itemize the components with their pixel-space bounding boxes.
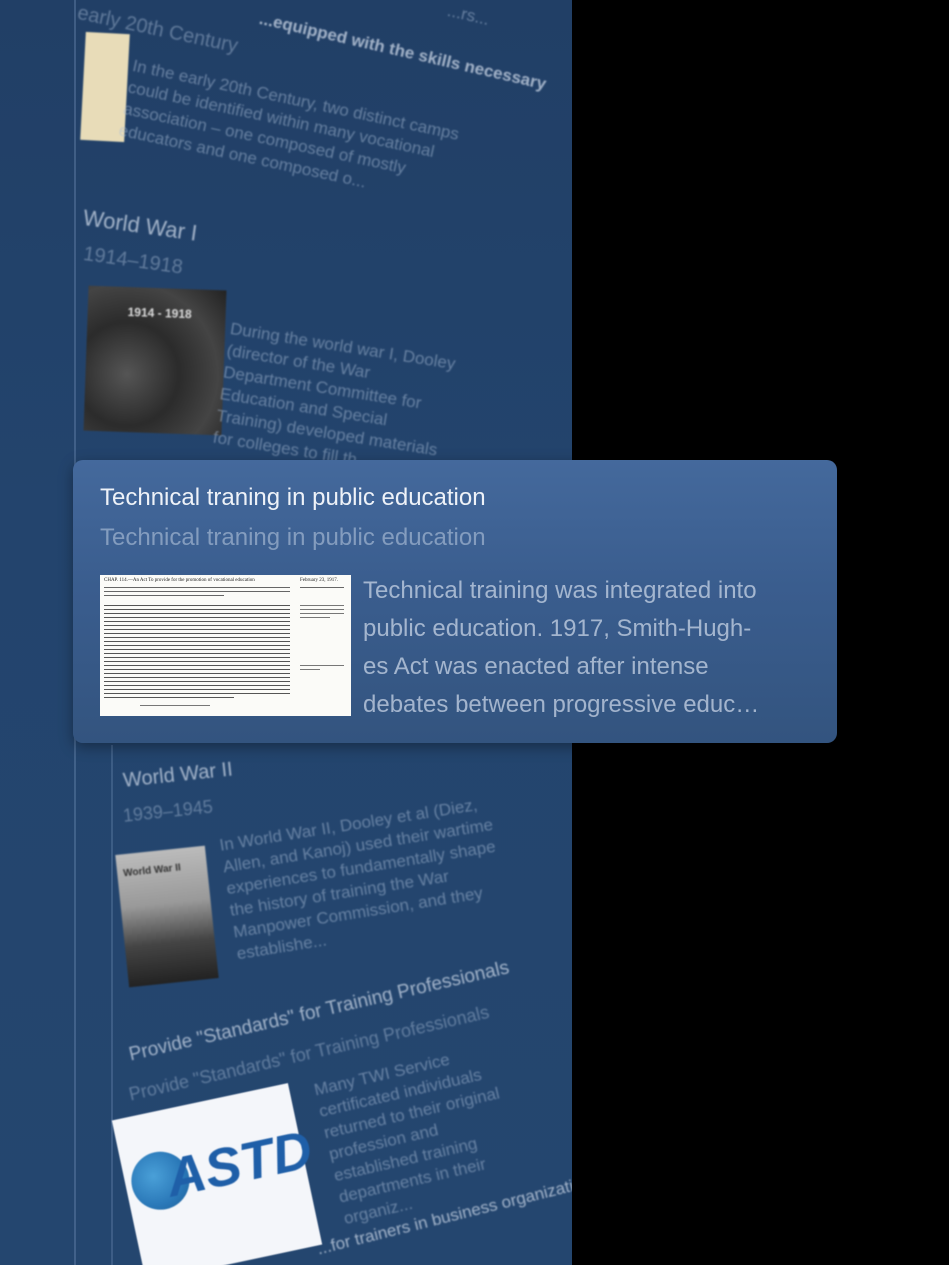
doc-line [104, 625, 290, 626]
doc-line [300, 609, 344, 610]
doc-line [104, 641, 290, 642]
ww1-title: World War I [81, 205, 199, 246]
app-screen: ...equipped with the skills necessary ..… [0, 0, 949, 1265]
doc-line [104, 591, 290, 592]
timeline-rail-lower [111, 745, 113, 1265]
card-subtitle: Technical traning in public education [100, 524, 486, 551]
doc-line [104, 605, 290, 606]
doc-line [104, 681, 290, 682]
doc-date-text: February 23, 1917. [300, 578, 339, 583]
ww2-years: 1939–1945 [122, 796, 214, 826]
doc-line [104, 653, 290, 654]
doc-line [104, 595, 224, 596]
doc-line [104, 617, 290, 618]
doc-line [140, 705, 210, 706]
astd-logo[interactable]: ASTD [111, 1083, 323, 1265]
ww2-text: In World War II, Dooley et al (Diez, All… [218, 795, 497, 964]
card-description: Technical training was integrated into p… [363, 572, 813, 724]
doc-line [104, 685, 290, 686]
card-description-line: public education. 1917, Smith-Hugh- [363, 615, 752, 642]
smith-hughes-act-document-thumbnail[interactable]: CHAP. 114.—An Act To provide for the pro… [100, 575, 351, 716]
doc-line [300, 665, 344, 666]
ww2-title: World War II [122, 758, 234, 792]
doc-line [104, 609, 290, 610]
doc-line [104, 637, 290, 638]
top-fragment: ...equipped with the skills necessary [257, 8, 549, 94]
doc-line [104, 587, 290, 588]
doc-line [104, 645, 290, 646]
card-description-line: Technical training was integrated into [363, 577, 757, 604]
card-description-line: debates between progressive educ… [363, 691, 760, 718]
doc-line [300, 605, 344, 606]
card-description-line: es Act was enacted after intense [363, 653, 709, 680]
selected-timeline-card[interactable]: Technical traning in public education Te… [73, 460, 837, 743]
doc-line [104, 693, 290, 694]
early-20th-text: In the early 20th Century, two distinct … [117, 55, 461, 192]
astd-logo-text: ASTD [161, 1119, 318, 1209]
doc-line [104, 661, 290, 662]
doc-line [104, 657, 290, 658]
doc-line [300, 617, 330, 618]
doc-line [104, 669, 290, 670]
card-title: Technical traning in public education [100, 484, 486, 511]
doc-line [104, 613, 290, 614]
ww1-years: 1914–1918 [81, 243, 185, 279]
top-fragment-ellipsis: ...rs... [445, 0, 492, 30]
doc-line [104, 689, 290, 690]
doc-header-text: CHAP. 114.—An Act To provide for the pro… [104, 578, 255, 583]
ww2-photo[interactable]: World War II [115, 845, 219, 988]
doc-line [104, 621, 290, 622]
doc-line [104, 629, 290, 630]
doc-line [104, 697, 234, 698]
doc-line [104, 665, 290, 666]
ww1-photo[interactable]: 1914 - 1918 [83, 285, 227, 436]
doc-line [300, 587, 344, 588]
doc-line [300, 613, 344, 614]
doc-line [104, 649, 290, 650]
doc-line [104, 673, 290, 674]
doc-line [300, 669, 320, 670]
doc-line [104, 677, 290, 678]
doc-line [104, 633, 290, 634]
